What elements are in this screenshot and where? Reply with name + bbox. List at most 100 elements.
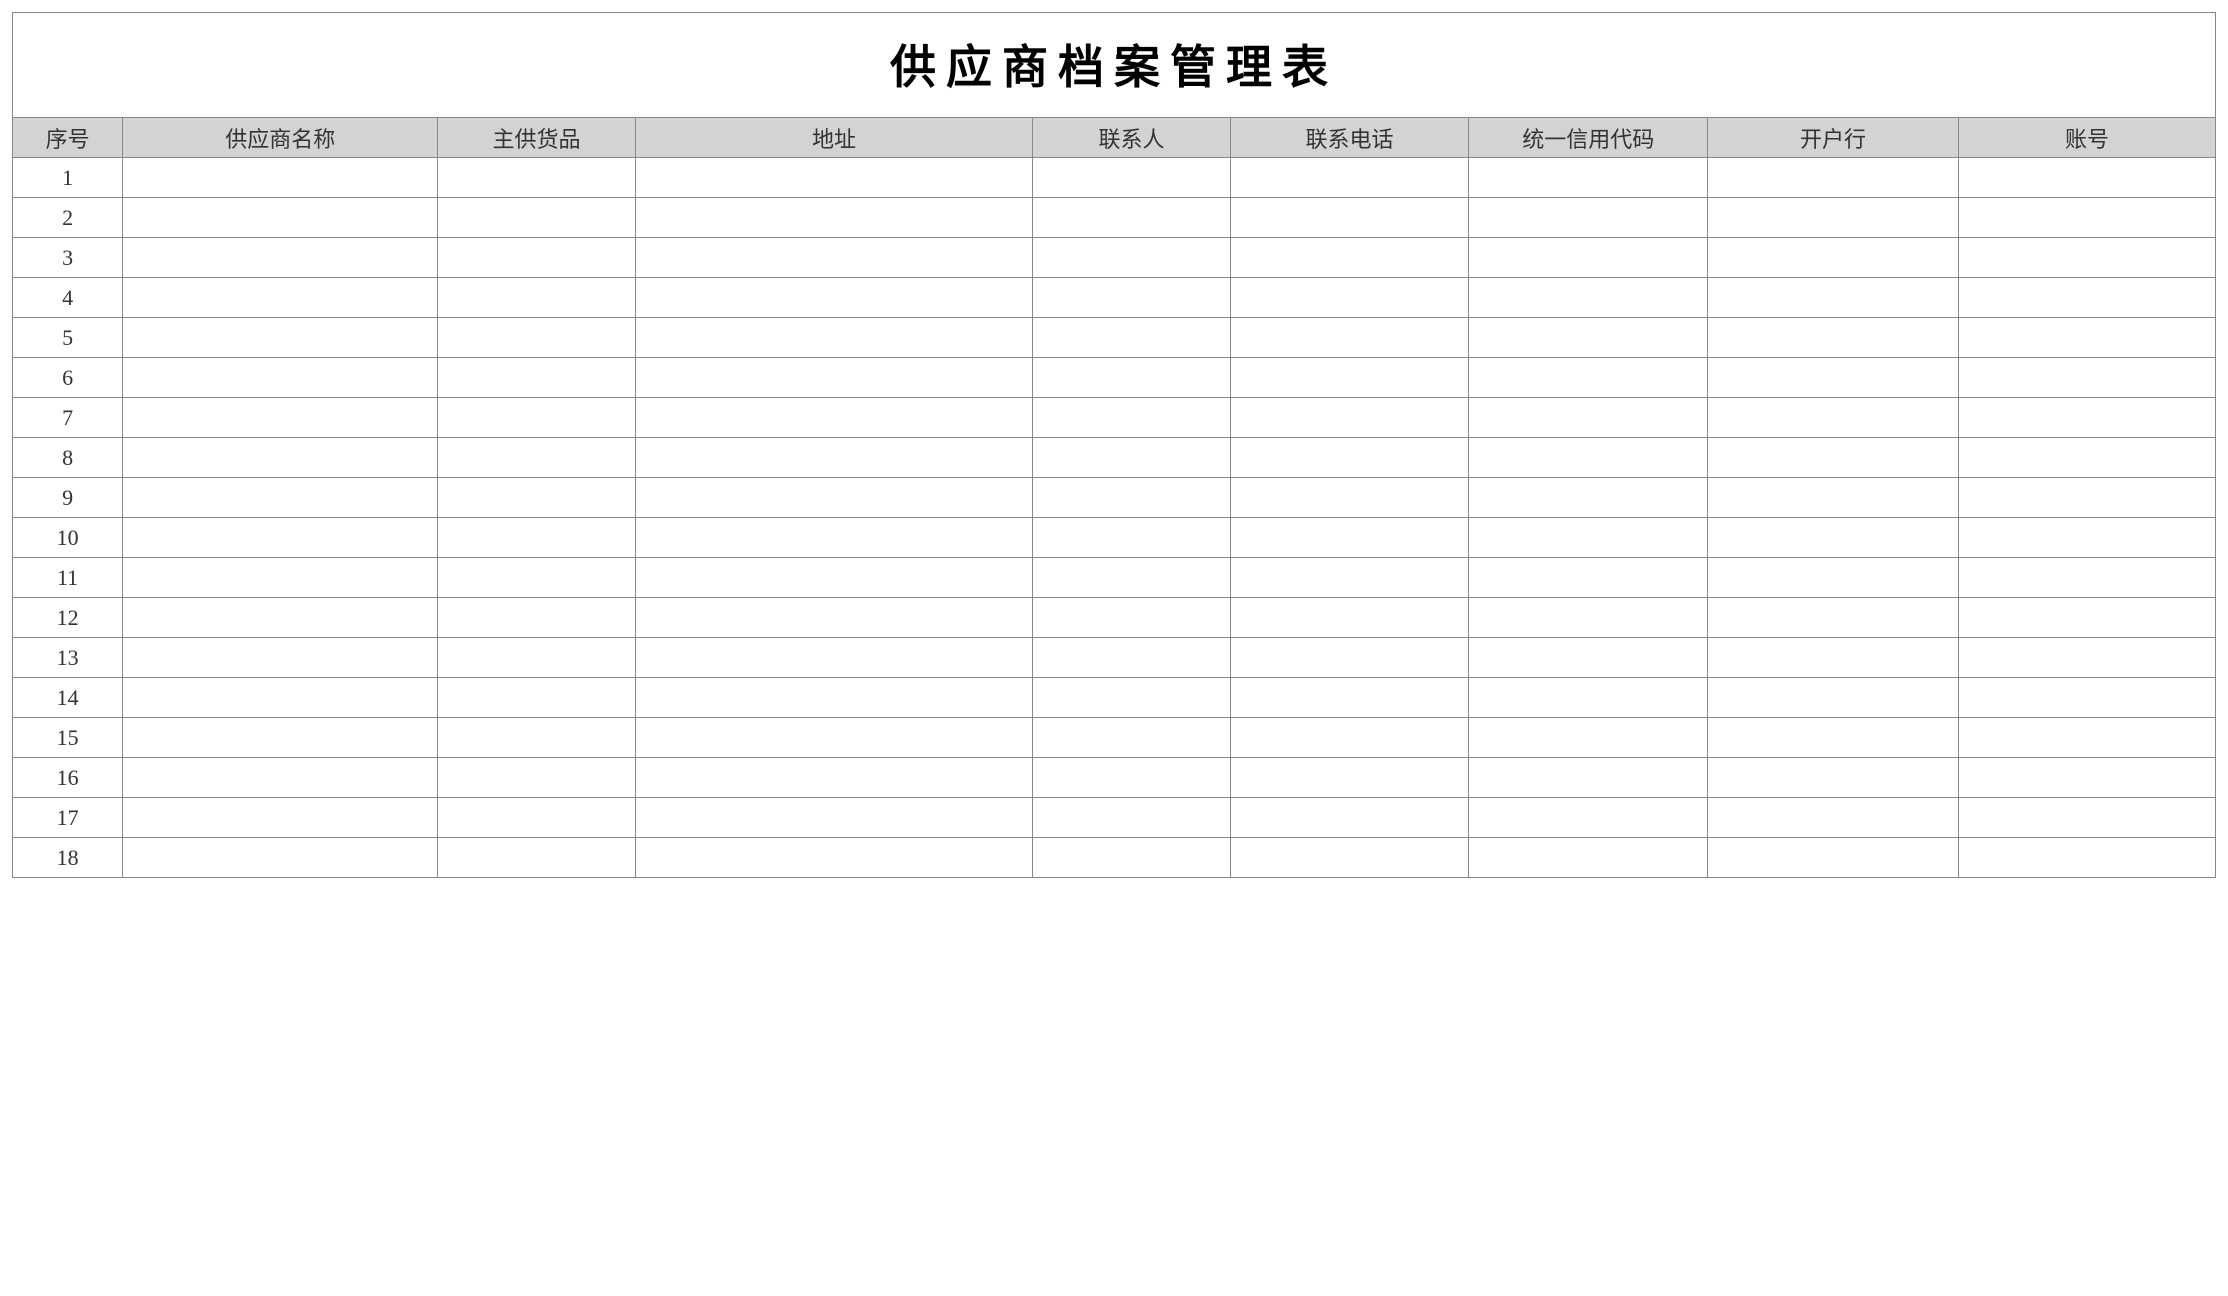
cell-contact (1033, 718, 1230, 758)
cell-credit-code (1469, 798, 1708, 838)
cell-contact (1033, 438, 1230, 478)
document-title: 供应商档案管理表 (12, 12, 2216, 117)
cell-seq: 14 (13, 678, 123, 718)
cell-address (635, 838, 1033, 878)
cell-seq: 5 (13, 318, 123, 358)
cell-bank (1708, 478, 1959, 518)
cell-seq: 11 (13, 558, 123, 598)
cell-supplier-name (123, 518, 438, 558)
cell-supplier-name (123, 238, 438, 278)
cell-address (635, 718, 1033, 758)
cell-contact (1033, 358, 1230, 398)
cell-main-goods (438, 278, 635, 318)
table-row: 2 (13, 198, 2216, 238)
cell-supplier-name (123, 478, 438, 518)
cell-main-goods (438, 638, 635, 678)
cell-credit-code (1469, 638, 1708, 678)
cell-account (1958, 478, 2215, 518)
cell-seq: 12 (13, 598, 123, 638)
cell-seq: 17 (13, 798, 123, 838)
cell-contact (1033, 238, 1230, 278)
cell-supplier-name (123, 358, 438, 398)
cell-contact (1033, 318, 1230, 358)
header-address: 地址 (635, 118, 1033, 158)
cell-seq: 8 (13, 438, 123, 478)
cell-address (635, 278, 1033, 318)
cell-phone (1230, 238, 1469, 278)
table-header-row: 序号 供应商名称 主供货品 地址 联系人 联系电话 统一信用代码 开户行 账号 (13, 118, 2216, 158)
cell-account (1958, 758, 2215, 798)
cell-seq: 7 (13, 398, 123, 438)
cell-bank (1708, 558, 1959, 598)
header-credit-code: 统一信用代码 (1469, 118, 1708, 158)
cell-phone (1230, 598, 1469, 638)
table-row: 18 (13, 838, 2216, 878)
cell-supplier-name (123, 838, 438, 878)
cell-credit-code (1469, 718, 1708, 758)
table-row: 9 (13, 478, 2216, 518)
cell-credit-code (1469, 518, 1708, 558)
cell-seq: 9 (13, 478, 123, 518)
cell-bank (1708, 598, 1959, 638)
cell-contact (1033, 558, 1230, 598)
cell-bank (1708, 758, 1959, 798)
document-container: 供应商档案管理表 序号 供应商名称 主供货品 地址 联系人 联系电话 统一信用代… (12, 12, 2216, 878)
table-row: 6 (13, 358, 2216, 398)
cell-supplier-name (123, 718, 438, 758)
cell-supplier-name (123, 438, 438, 478)
cell-bank (1708, 638, 1959, 678)
header-phone: 联系电话 (1230, 118, 1469, 158)
cell-seq: 4 (13, 278, 123, 318)
cell-account (1958, 638, 2215, 678)
cell-address (635, 238, 1033, 278)
cell-supplier-name (123, 638, 438, 678)
cell-credit-code (1469, 438, 1708, 478)
header-main-goods: 主供货品 (438, 118, 635, 158)
cell-contact (1033, 198, 1230, 238)
cell-main-goods (438, 158, 635, 198)
cell-address (635, 678, 1033, 718)
table-row: 5 (13, 318, 2216, 358)
cell-address (635, 318, 1033, 358)
cell-account (1958, 158, 2215, 198)
header-seq: 序号 (13, 118, 123, 158)
table-row: 14 (13, 678, 2216, 718)
cell-main-goods (438, 358, 635, 398)
table-row: 15 (13, 718, 2216, 758)
cell-account (1958, 678, 2215, 718)
cell-main-goods (438, 598, 635, 638)
cell-credit-code (1469, 678, 1708, 718)
cell-phone (1230, 358, 1469, 398)
cell-bank (1708, 238, 1959, 278)
cell-main-goods (438, 758, 635, 798)
cell-credit-code (1469, 758, 1708, 798)
cell-supplier-name (123, 598, 438, 638)
cell-credit-code (1469, 558, 1708, 598)
cell-account (1958, 358, 2215, 398)
cell-contact (1033, 398, 1230, 438)
table-row: 1 (13, 158, 2216, 198)
table-row: 11 (13, 558, 2216, 598)
cell-bank (1708, 398, 1959, 438)
cell-bank (1708, 798, 1959, 838)
cell-address (635, 198, 1033, 238)
table-row: 12 (13, 598, 2216, 638)
cell-contact (1033, 798, 1230, 838)
table-row: 10 (13, 518, 2216, 558)
cell-phone (1230, 158, 1469, 198)
cell-account (1958, 598, 2215, 638)
cell-seq: 13 (13, 638, 123, 678)
cell-address (635, 798, 1033, 838)
cell-credit-code (1469, 158, 1708, 198)
cell-main-goods (438, 718, 635, 758)
cell-main-goods (438, 558, 635, 598)
header-account: 账号 (1958, 118, 2215, 158)
cell-phone (1230, 518, 1469, 558)
cell-bank (1708, 198, 1959, 238)
cell-account (1958, 718, 2215, 758)
cell-phone (1230, 478, 1469, 518)
cell-phone (1230, 838, 1469, 878)
cell-account (1958, 558, 2215, 598)
table-row: 17 (13, 798, 2216, 838)
cell-seq: 15 (13, 718, 123, 758)
